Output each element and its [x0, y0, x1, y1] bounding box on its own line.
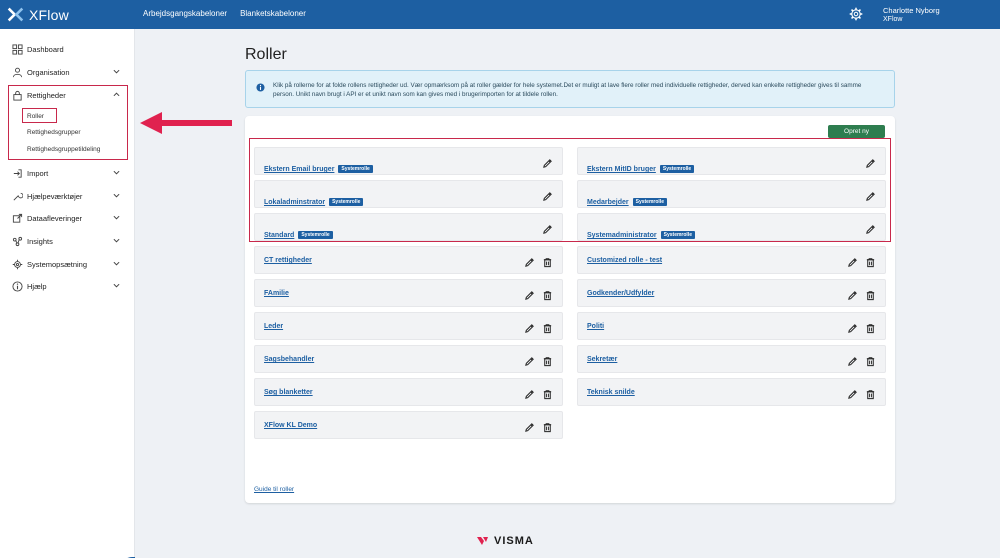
edit-icon[interactable] — [524, 420, 535, 432]
chevron-down-icon — [113, 261, 120, 266]
chevron-down-icon — [113, 283, 120, 288]
user-name: Charlotte Nyborg — [883, 6, 940, 15]
trash-icon[interactable] — [542, 288, 553, 301]
visma-logo-icon — [477, 537, 488, 545]
insights-icon — [12, 236, 23, 246]
trash-icon[interactable] — [542, 387, 553, 400]
chevron-down-icon — [113, 238, 120, 243]
visma-logo: VISMA — [477, 535, 534, 547]
role-name-link[interactable]: Søg blanketter — [264, 389, 313, 396]
role-item[interactable]: FAmilie — [254, 279, 563, 307]
annotation-arrow — [140, 112, 232, 134]
info-circle-icon — [12, 280, 23, 292]
user-org: XFlow — [883, 16, 903, 23]
export-icon — [12, 213, 23, 223]
tools-icon — [13, 192, 23, 200]
edit-icon[interactable] — [524, 321, 535, 333]
edit-icon[interactable] — [847, 387, 858, 399]
edit-icon[interactable] — [847, 255, 858, 267]
sidebar-item-import[interactable]: Import — [12, 165, 124, 181]
sidebar-item-hjaelpevaerktoejer[interactable]: Hjælpeværktøjer — [12, 188, 124, 204]
edit-icon[interactable] — [524, 255, 535, 267]
top-bar: XFlow Arbejdsgangskabeloner Blanketskabe… — [0, 0, 1000, 29]
sidebar-item-dataafleveringer[interactable]: Dataafleveringer — [12, 210, 124, 226]
system-roles-highlight-box — [249, 138, 891, 242]
role-item[interactable]: Leder — [254, 312, 563, 340]
role-item[interactable]: Politi — [577, 312, 886, 340]
trash-icon[interactable] — [865, 288, 876, 301]
nav-form-templates[interactable]: Blanketskabeloner — [240, 9, 306, 18]
trash-icon[interactable] — [865, 255, 876, 268]
role-name-link[interactable]: Teknisk snilde — [587, 389, 635, 396]
settings-icon — [12, 259, 23, 269]
edit-icon[interactable] — [524, 288, 535, 300]
role-name-link[interactable]: Leder — [264, 323, 283, 330]
xflow-logo-icon — [7, 7, 24, 22]
sidebar-item-hjaelp[interactable]: Hjælp — [12, 278, 124, 294]
trash-icon[interactable] — [542, 255, 553, 268]
role-item[interactable]: Søg blanketter — [254, 378, 563, 406]
role-name-link[interactable]: Sekretær — [587, 356, 617, 363]
role-item[interactable]: Sagsbehandler — [254, 345, 563, 373]
sidebar-item-dashboard[interactable]: Dashboard — [12, 41, 124, 57]
role-item[interactable]: Customized rolle - test — [577, 246, 886, 274]
role-item[interactable]: XFlow KL Demo — [254, 411, 563, 439]
trash-icon[interactable] — [542, 420, 553, 433]
sidebar-item-label: Dataafleveringer — [27, 213, 83, 223]
chevron-down-icon — [113, 170, 120, 175]
role-name-link[interactable]: Sagsbehandler — [264, 356, 314, 363]
sidebar-item-organisation[interactable]: Organisation — [12, 64, 124, 80]
role-item[interactable]: Sekretær — [577, 345, 886, 373]
role-name-link[interactable]: Godkender/Udfylder — [587, 290, 654, 297]
create-role-button[interactable]: Opret ny — [828, 125, 885, 138]
role-name-link[interactable]: XFlow KL Demo — [264, 422, 317, 429]
trash-icon[interactable] — [542, 354, 553, 367]
sidebar-item-label: Hjælpeværktøjer — [27, 191, 83, 201]
roller-highlight-box — [22, 108, 57, 123]
edit-icon[interactable] — [524, 354, 535, 366]
role-item[interactable]: Godkender/Udfylder — [577, 279, 886, 307]
role-name-link[interactable]: FAmilie — [264, 290, 289, 297]
sidebar-item-insights[interactable]: Insights — [12, 233, 124, 249]
organisation-icon — [12, 67, 23, 77]
visma-brand: VISMA — [494, 535, 534, 547]
edit-icon[interactable] — [847, 321, 858, 333]
info-text: Klik på rollerne for at folde rollens re… — [273, 82, 862, 98]
info-icon — [256, 83, 265, 92]
nav-workflow-templates[interactable]: Arbejdsgangskabeloner — [143, 9, 227, 18]
edit-icon[interactable] — [847, 288, 858, 300]
chevron-down-icon — [113, 69, 120, 74]
role-name-link[interactable]: Politi — [587, 323, 604, 330]
sidebar-item-label: Hjælp — [27, 281, 47, 291]
edit-icon[interactable] — [524, 387, 535, 399]
trash-icon[interactable] — [865, 321, 876, 334]
sidebar-item-label: Organisation — [27, 67, 70, 77]
chevron-down-icon — [113, 193, 120, 198]
trash-icon[interactable] — [865, 387, 876, 400]
role-name-link[interactable]: CT rettigheder — [264, 257, 312, 264]
info-banner: Klik på rollerne for at folde rollens re… — [245, 70, 895, 108]
app-logo[interactable]: XFlow — [7, 6, 69, 23]
trash-icon[interactable] — [865, 354, 876, 367]
dashboard-icon — [12, 43, 23, 55]
user-menu[interactable]: Charlotte Nyborg XFlow — [883, 6, 940, 24]
import-icon — [13, 168, 22, 178]
role-name-link[interactable]: Customized rolle - test — [587, 257, 662, 264]
trash-icon[interactable] — [542, 321, 553, 334]
guide-link[interactable]: Guide til roller — [254, 486, 294, 493]
sidebar-item-label: Systemopsætning — [27, 259, 88, 269]
app-name: XFlow — [29, 6, 69, 23]
top-navigation: Arbejdsgangskabeloner Blanketskabeloner — [143, 9, 306, 18]
chevron-down-icon — [113, 215, 120, 220]
sidebar-item-systemopsaetning[interactable]: Systemopsætning — [12, 256, 124, 272]
sidebar-item-label: Insights — [27, 236, 53, 246]
role-item[interactable]: CT rettigheder — [254, 246, 563, 274]
sidebar-item-label: Dashboard — [27, 44, 64, 54]
edit-icon[interactable] — [847, 354, 858, 366]
gear-icon[interactable] — [849, 7, 863, 21]
sidebar: Dashboard Organisation Rettigheder Rolle… — [0, 29, 135, 558]
role-item[interactable]: Teknisk snilde — [577, 378, 886, 406]
page-title: Roller — [245, 46, 287, 63]
sidebar-item-label: Import — [27, 168, 49, 178]
